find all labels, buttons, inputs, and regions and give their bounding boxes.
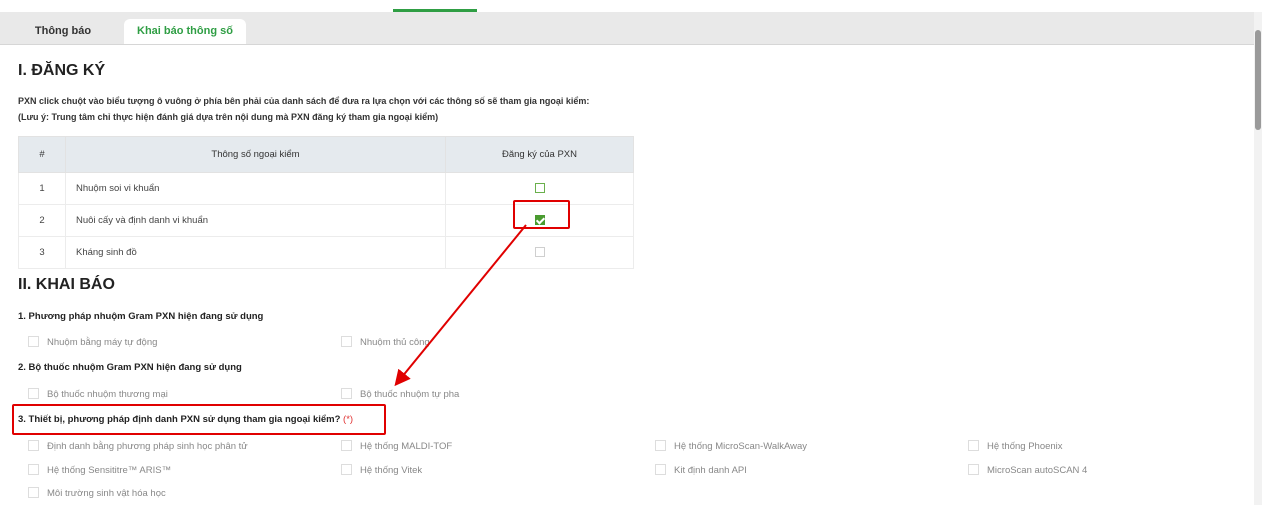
section-declare-title: II. KHAI BÁO [18,276,115,293]
option-auto-stain[interactable]: Nhuộm bằng máy tự động [28,336,157,348]
register-checkbox-3[interactable] [534,247,545,258]
table-header-row: # Thông số ngoại kiểm Đăng ký của PXN [18,136,634,173]
option-homemade-kit[interactable]: Bộ thuốc nhuộm tự pha [341,388,459,400]
section-registration-title: I. ĐĂNG KÝ [18,62,106,79]
option-microscan-walkaway[interactable]: Hệ thống MicroScan-WalkAway [655,440,807,452]
annotation-box-question [12,404,386,435]
checkbox[interactable] [28,464,39,475]
option-sensititre-aris[interactable]: Hệ thống Sensititre™ ARIS™ [28,464,171,476]
annotation-box-checkbox [513,200,570,229]
option-phoenix[interactable]: Hệ thống Phoenix [968,440,1063,452]
tab-bar: Thông báo Khai báo thông số [0,12,1262,45]
checkbox[interactable] [341,336,352,347]
registration-instruction: PXN click chuột vào biểu tượng ô vuông ở… [18,96,590,106]
row-param-name: Nhuộm soi vi khuẩn [65,172,446,205]
checkbox[interactable] [341,388,352,399]
col-header-number: # [18,136,66,173]
option-manual-stain[interactable]: Nhuộm thủ công [341,336,430,348]
option-molecular[interactable]: Định danh bằng phương pháp sinh học phân… [28,440,248,452]
row-param-name: Nuôi cấy và định danh vi khuẩn [65,204,446,237]
question-gram-method: 1. Phương pháp nhuộm Gram PXN hiện đang … [18,311,264,322]
row-number: 2 [18,204,66,237]
row-param-name: Kháng sinh đồ [65,236,446,269]
col-header-param: Thông số ngoại kiểm [65,136,446,173]
option-microscan-autoscan4[interactable]: MicroScan autoSCAN 4 [968,464,1087,476]
checkbox[interactable] [28,440,39,451]
checkbox[interactable] [28,336,39,347]
tab-declare-params[interactable]: Khai báo thông số [124,19,246,44]
registration-note: (Lưu ý: Trung tâm chỉ thực hiện đánh giá… [18,112,439,122]
option-commercial-kit[interactable]: Bộ thuốc nhuộm thương mại [28,388,168,400]
checkbox[interactable] [341,464,352,475]
scrollbar-thumb[interactable] [1255,30,1261,130]
checkbox[interactable] [28,487,39,498]
row-number: 1 [18,172,66,205]
option-api-kit[interactable]: Kit định danh API [655,464,747,476]
register-checkbox-1[interactable] [534,183,545,194]
checkbox[interactable] [655,440,666,451]
option-maldi-tof[interactable]: Hệ thống MALDI-TOF [341,440,452,452]
checkbox[interactable] [968,464,979,475]
table-row: 3 Kháng sinh đồ [18,236,634,269]
question-gram-kit: 2. Bộ thuốc nhuộm Gram PXN hiện đang sử … [18,362,242,373]
checkbox[interactable] [655,464,666,475]
option-vitek[interactable]: Hệ thống Vitek [341,464,422,476]
checkbox[interactable] [341,440,352,451]
checkbox[interactable] [28,388,39,399]
scrollbar[interactable] [1254,12,1262,505]
checkbox[interactable] [968,440,979,451]
row-number: 3 [18,236,66,269]
tab-notifications[interactable]: Thông báo [18,19,108,44]
option-biochemical-media[interactable]: Môi trường sinh vật hóa học [28,487,166,499]
col-header-registration: Đăng ký của PXN [445,136,634,173]
